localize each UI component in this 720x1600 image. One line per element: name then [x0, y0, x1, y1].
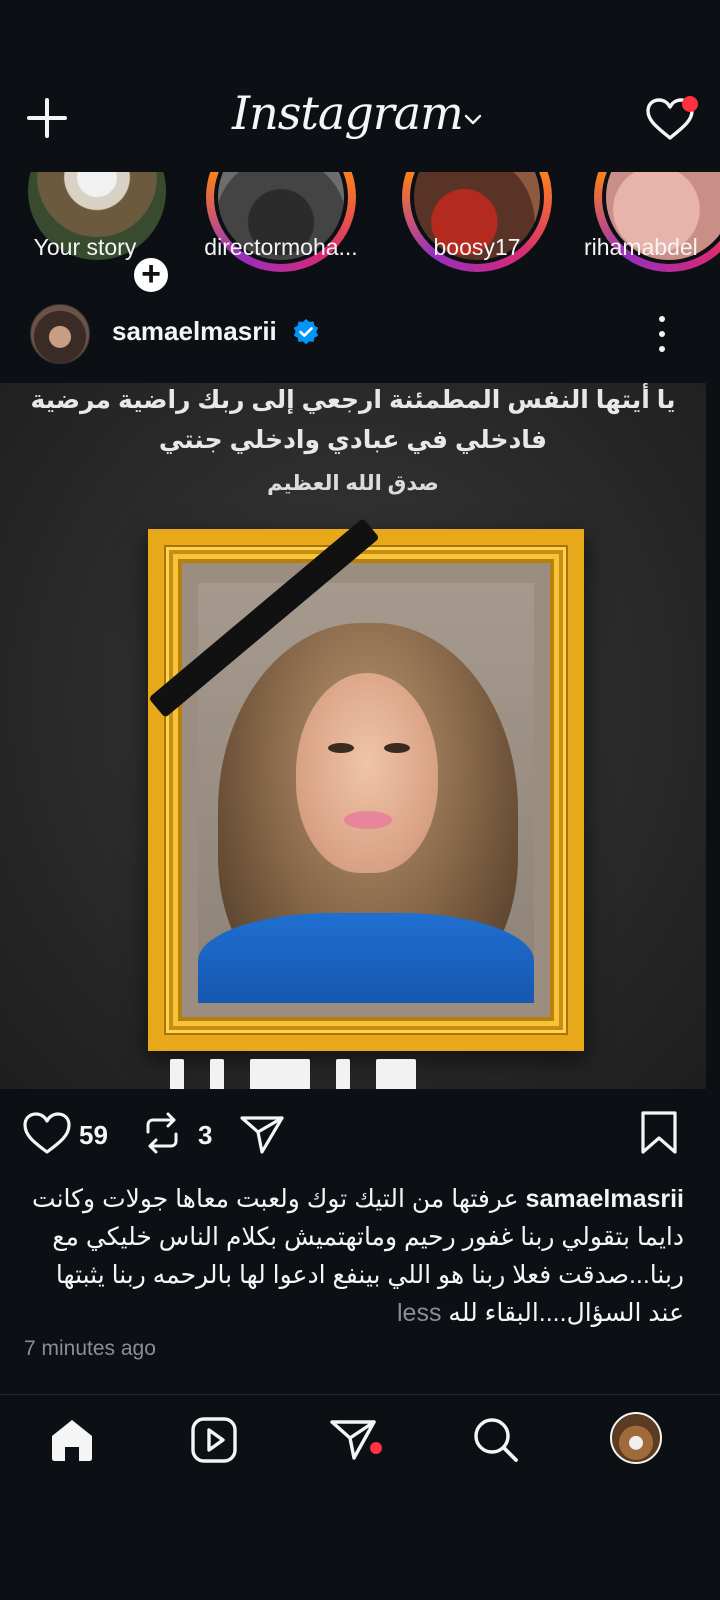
messages-paper-plane-icon[interactable] — [328, 1414, 380, 1466]
verified-badge-icon — [293, 319, 319, 345]
repost-count[interactable]: 3 — [198, 1120, 212, 1151]
post-username[interactable]: samaelmasrii — [112, 316, 277, 347]
story-your-story[interactable]: + Your story — [0, 172, 172, 292]
post-author-avatar[interactable] — [30, 304, 90, 364]
more-options-icon[interactable] — [650, 314, 674, 354]
story-label: Your story — [33, 234, 137, 260]
story-label: boosy17 — [433, 234, 521, 260]
image-verse-line-3: صدق الله العظيم — [267, 472, 439, 495]
reels-icon[interactable] — [188, 1414, 240, 1466]
notification-badge-dot — [682, 96, 698, 112]
cropped-name-lettering — [170, 1059, 500, 1089]
create-post-plus-icon[interactable] — [22, 94, 72, 144]
caption-less-link[interactable]: less — [397, 1299, 441, 1327]
save-bookmark-icon[interactable] — [638, 1110, 680, 1156]
post-image[interactable]: يا أيتها النفس المطمئنة ارجعي إلى ربك را… — [0, 383, 706, 1089]
profile-avatar[interactable] — [610, 1412, 662, 1464]
story-label: directormoha... — [204, 234, 358, 260]
stories-tray[interactable]: + Your story directormoha... boosy17 rih… — [0, 172, 720, 292]
story-label: rihamabdel — [584, 234, 698, 260]
image-verse-line-1: يا أيتها النفس المطمئنة ارجعي إلى ربك را… — [30, 386, 676, 414]
gold-picture-frame — [148, 518, 584, 1051]
caption-username[interactable]: samaelmasrii — [526, 1185, 684, 1213]
post-timestamp: 7 minutes ago — [24, 1337, 156, 1360]
messages-unread-dot — [370, 1442, 382, 1454]
story-item[interactable]: directormoha... — [196, 172, 366, 292]
story-item[interactable]: rihamabdel — [584, 172, 720, 292]
repost-icon[interactable] — [140, 1110, 184, 1156]
bottom-nav-divider — [0, 1394, 720, 1395]
top-app-bar: Instagram — [0, 0, 720, 172]
instagram-logo[interactable]: Instagram — [232, 86, 464, 140]
home-icon[interactable] — [46, 1414, 98, 1466]
share-paper-plane-icon[interactable] — [238, 1110, 286, 1158]
post-caption: samaelmasrii عرفتها من التيك توك ولعبت م… — [24, 1180, 684, 1332]
like-count[interactable]: 59 — [79, 1120, 108, 1151]
search-icon[interactable] — [470, 1414, 522, 1466]
like-heart-icon[interactable] — [22, 1110, 72, 1156]
chevron-down-icon[interactable] — [462, 108, 484, 130]
story-item[interactable]: boosy17 — [392, 172, 562, 292]
image-verse-line-2: فادخلي في عبادي وادخلي جنتي — [158, 426, 548, 454]
